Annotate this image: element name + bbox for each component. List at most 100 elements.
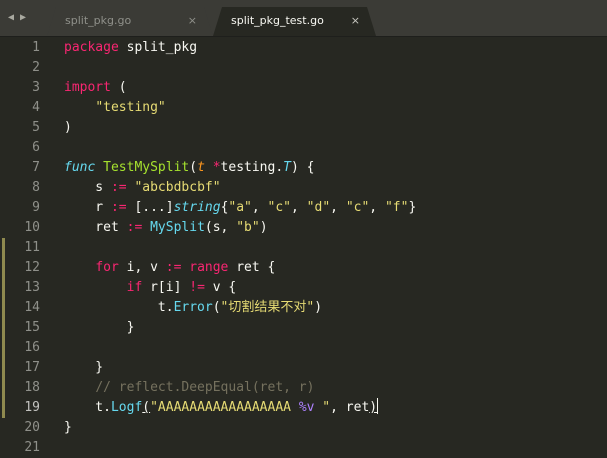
- line-number: 2: [32, 60, 40, 75]
- line-number: 12: [24, 260, 40, 275]
- code-token: "abcbdbcbf": [134, 180, 221, 195]
- code-line[interactable]: 15 }: [0, 318, 607, 338]
- code-line[interactable]: 2: [0, 58, 607, 78]
- code-text: }: [64, 418, 72, 438]
- code-token: import: [64, 80, 111, 95]
- code-line[interactable]: 4 "testing": [0, 98, 607, 118]
- code-line[interactable]: 20}: [0, 418, 607, 438]
- tab-split-pkg-test[interactable]: split_pkg_test.go ×: [213, 7, 376, 36]
- code-token: Error: [173, 300, 213, 315]
- code-line[interactable]: 8 s := "abcbdbcbf": [0, 178, 607, 198]
- line-number: 6: [32, 140, 40, 155]
- line-number: 14: [24, 300, 40, 315]
- code-token: }: [64, 420, 72, 435]
- code-line[interactable]: 13 if r[i] != v {: [0, 278, 607, 298]
- code-token: (: [212, 300, 221, 315]
- code-token: t.: [64, 400, 111, 415]
- close-tab-icon[interactable]: ×: [351, 7, 360, 35]
- code-text: r := [...]string{"a", "c", "d", "c", "f"…: [64, 198, 416, 218]
- code-token: :=: [126, 220, 143, 235]
- line-number: 17: [24, 360, 40, 375]
- code-line[interactable]: 3 import (: [0, 78, 607, 98]
- line-number: 10: [24, 220, 40, 235]
- code-token: ret {: [228, 260, 276, 275]
- code-token: "f": [384, 200, 409, 215]
- code-line[interactable]: 1 package split_pkg: [0, 38, 607, 58]
- code-token: "切割结果不对": [220, 300, 315, 315]
- code-token: (: [110, 80, 127, 95]
- code-token: , ret: [330, 400, 370, 415]
- code-line[interactable]: 5): [0, 118, 607, 138]
- code-line[interactable]: 10 ret := MySplit(s, "b"): [0, 218, 607, 238]
- tab-label: split_pkg.go: [65, 14, 132, 27]
- code-token: ) {: [291, 160, 315, 175]
- code-token: ,: [369, 200, 385, 215]
- line-number: 13: [24, 280, 40, 295]
- code-token: "d": [306, 200, 331, 215]
- code-token: t.: [64, 300, 174, 315]
- code-token: r: [64, 200, 111, 215]
- code-token: "a": [228, 200, 252, 215]
- code-line[interactable]: 17 }: [0, 358, 607, 378]
- line-number: 21: [24, 440, 40, 455]
- code-text: s := "abcbdbcbf": [64, 178, 221, 198]
- code-text: package split_pkg: [64, 38, 197, 58]
- code-token: [...]: [126, 200, 174, 215]
- code-token: (: [142, 400, 151, 415]
- close-tab-icon[interactable]: ×: [188, 7, 197, 35]
- code-token: v {: [204, 280, 237, 295]
- line-number: 18: [24, 380, 40, 395]
- code-token: // reflect.DeepEqual(ret, r): [95, 380, 315, 395]
- code-editor[interactable]: 1 package split_pkg 2 3 import (4 "testing" 5…: [0, 37, 607, 455]
- code-token: t: [197, 160, 205, 175]
- code-line[interactable]: 18 // reflect.DeepEqual(ret, r): [0, 378, 607, 398]
- code-line[interactable]: 7 func TestMySplit(t *testing.T) {: [0, 158, 607, 178]
- code-token: "c": [267, 200, 292, 215]
- line-number: 4: [32, 100, 40, 115]
- code-token: range: [189, 260, 229, 275]
- tab-split-pkg[interactable]: split_pkg.go ×: [47, 7, 213, 36]
- code-line[interactable]: 9 r := [...]string{"a", "c", "d", "c", "…: [0, 198, 607, 218]
- line-number: 8: [32, 180, 40, 195]
- code-token: }: [64, 360, 104, 375]
- code-line[interactable]: 6: [0, 138, 607, 158]
- text-cursor: [377, 398, 379, 414]
- code-line[interactable]: 21: [0, 438, 607, 458]
- code-token: split_pkg: [118, 40, 198, 55]
- code-token: ,: [291, 200, 307, 215]
- code-text: if r[i] != v {: [64, 278, 237, 298]
- code-token: ret: [64, 220, 127, 235]
- line-number: 5: [32, 120, 40, 135]
- code-token: "b": [236, 220, 260, 235]
- code-line[interactable]: 19 t.Logf("AAAAAAAAAAAAAAAAA %v ", ret): [0, 398, 607, 418]
- code-token: i, v: [118, 260, 166, 275]
- code-token: Logf: [110, 400, 143, 415]
- code-token: }: [408, 200, 417, 215]
- code-text: "testing": [64, 98, 165, 118]
- code-line[interactable]: 11: [0, 238, 607, 258]
- tab-back-icon[interactable]: ◀: [8, 12, 14, 26]
- code-text: t.Logf("AAAAAAAAAAAAAAAAA %v ", ret): [64, 398, 379, 418]
- line-number: 15: [24, 320, 40, 335]
- code-token: (s,: [204, 220, 237, 235]
- code-token: testing.: [220, 160, 284, 175]
- line-number: 1: [32, 40, 40, 55]
- code-token: ): [64, 120, 72, 135]
- code-line[interactable]: 14 t.Error("切割结果不对"): [0, 298, 607, 318]
- code-text: }: [64, 318, 135, 338]
- line-number: 16: [24, 340, 40, 355]
- code-text: for i, v := range ret {: [64, 258, 275, 278]
- code-token: s: [64, 180, 111, 195]
- line-number: 11: [24, 240, 40, 255]
- code-token: T: [283, 160, 291, 175]
- code-line[interactable]: 12 for i, v := range ret {: [0, 258, 607, 278]
- code-line[interactable]: 16: [0, 338, 607, 358]
- tab-forward-icon[interactable]: ▶: [20, 12, 26, 26]
- code-token: "AAAAAAAAAAAAAAAAA: [150, 400, 299, 415]
